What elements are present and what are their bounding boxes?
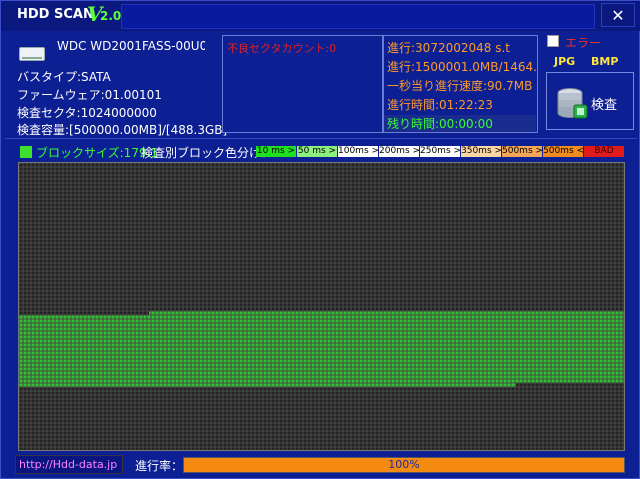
divider <box>5 138 637 139</box>
progress-elapsed: 進行時間:01:22:23 <box>387 98 493 112</box>
scan-sectors: 検査セクタ:1024000000 <box>17 106 157 120</box>
bus-type: バスタイプ:SATA <box>17 70 111 84</box>
drive-model: WDC WD2001FASS-00U0B0 <box>57 39 205 53</box>
scan-button-label: 検査 <box>591 98 618 113</box>
bmp-save-button[interactable]: BMP <box>591 55 618 68</box>
progress-panel: 進行:3072002048 s.t 進行:1500001.0MB/1464.8 … <box>383 35 538 133</box>
legend-item-100ms: 100ms > <box>338 146 378 157</box>
legend-item-350ms: 350ms > <box>461 146 501 157</box>
legend-item-250ms: 250ms > <box>420 146 460 157</box>
legend-title: 検査別ブロック色分け： <box>141 146 274 160</box>
jpg-save-button[interactable]: JPG <box>554 55 575 68</box>
progress-megabytes: 進行:1500001.0MB/1464.8 <box>387 60 538 74</box>
title-bar[interactable]: HDD SCAN V 2.0 ✕ <box>1 1 640 31</box>
block-size: ブロックサイズ:179.1 <box>36 146 159 160</box>
block-size-swatch <box>20 146 32 158</box>
close-icon: ✕ <box>611 6 625 25</box>
app-version: 2.0 <box>100 9 122 23</box>
hard-drive-icon <box>19 47 45 61</box>
progress-speed: 一秒当り進行速度:90.7MB <box>387 79 533 93</box>
legend-item-500ms-over: 500ms < <box>543 146 583 157</box>
progress-sectors: 進行:3072002048 s.t <box>387 41 510 55</box>
progress-rate-label: 進行率： <box>135 459 184 473</box>
bad-sector-count: 不良セクタカウント:0 <box>227 42 337 55</box>
error-checkbox[interactable] <box>547 35 559 47</box>
legend-item-500ms: 500ms > <box>502 146 542 157</box>
bad-sector-panel: 不良セクタカウント:0 <box>222 35 383 133</box>
progress-bar: 100% <box>183 457 625 473</box>
legend-item-200ms: 200ms > <box>379 146 419 157</box>
error-label[interactable]: エラー <box>565 34 601 51</box>
progress-remaining: 残り時間:00:00:00 <box>384 115 536 132</box>
main-window: HDD SCAN V 2.0 ✕ WDC WD2001FASS-00U0B0 バ… <box>0 0 640 479</box>
app-title: HDD SCAN <box>17 7 94 22</box>
legend-item-50ms: 50 ms > <box>297 146 337 157</box>
database-scan-icon <box>557 88 588 119</box>
title-bar-panel <box>121 4 595 29</box>
close-button[interactable]: ✕ <box>601 3 635 27</box>
progress-rate-text: 100% <box>388 458 420 471</box>
firmware-version: ファームウェア:01.00101 <box>17 88 162 102</box>
website-link[interactable]: http://Hdd-data.jp <box>15 455 123 474</box>
scan-capacity: 検査容量:[500000.00MB]/[488.3GB] <box>17 123 228 137</box>
legend-item-bad: BAD <box>584 146 624 157</box>
block-map <box>19 163 624 450</box>
legend-item-10ms: 10 ms > <box>256 146 296 157</box>
scan-button[interactable]: 検査 <box>546 72 634 130</box>
